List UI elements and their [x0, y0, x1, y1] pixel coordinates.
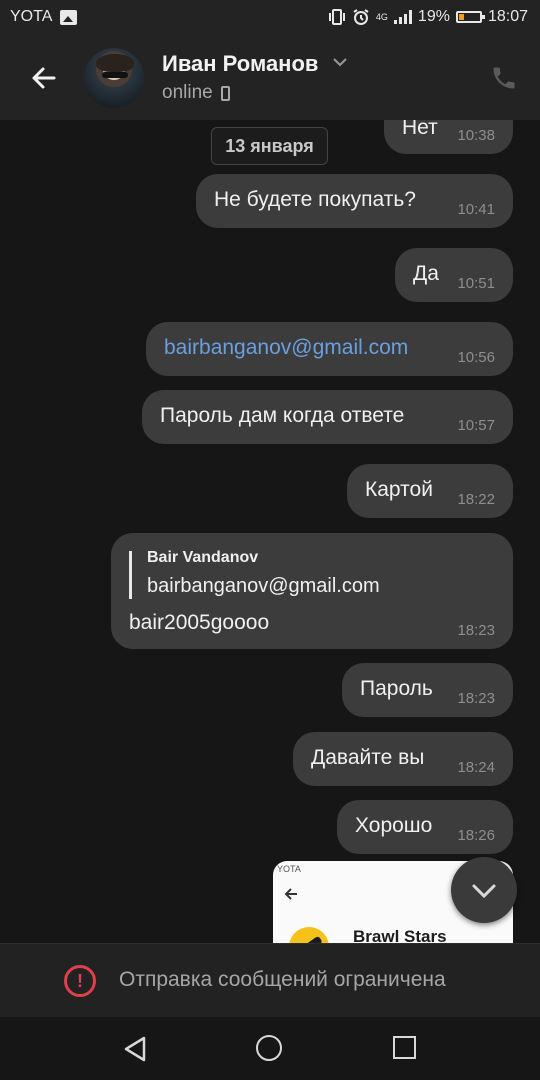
message-time: 18:22	[457, 491, 495, 508]
message-text: Да	[413, 262, 439, 285]
message-text: Пароль	[360, 677, 433, 700]
message-text: Хорошо	[355, 814, 433, 837]
battery-icon	[455, 11, 485, 23]
nav-back-icon[interactable]	[122, 1036, 148, 1062]
message-time: 10:41	[457, 201, 495, 218]
message-bubble[interactable]: Нет 10:38	[384, 120, 513, 154]
date-separator: 13 января	[211, 127, 328, 165]
nav-recents-icon[interactable]	[393, 1036, 416, 1059]
contact-name[interactable]: Иван Романов	[162, 51, 318, 77]
message-list[interactable]: Нет 10:38 13 января Не будете покупать? …	[0, 120, 540, 943]
contact-avatar[interactable]	[84, 48, 144, 108]
back-arrow-icon[interactable]	[24, 58, 64, 98]
call-icon[interactable]	[490, 64, 518, 92]
message-bubble[interactable]: Пароль дам когда ответе 10:57	[142, 390, 513, 444]
preview-status-text: YOTA	[277, 864, 301, 874]
message-time: 10:51	[457, 275, 495, 292]
message-bubble[interactable]: Пароль 18:23	[342, 663, 513, 717]
carrier-label: YOTA	[10, 8, 53, 25]
quoted-text: bairbanganov@gmail.com	[147, 575, 380, 597]
message-bubble[interactable]: bairbanganov@gmail.com 10:56	[146, 322, 513, 376]
preview-back-arrow-icon	[284, 888, 297, 900]
message-time: 10:38	[457, 127, 495, 144]
message-time: 18:23	[457, 690, 495, 707]
warning-icon: !	[64, 965, 96, 997]
message-bubble[interactable]: Не будете покупать? 10:41	[196, 174, 513, 228]
message-text: Картой	[365, 478, 433, 501]
battery-percent: 19%	[417, 8, 450, 25]
chevron-down-icon[interactable]	[332, 56, 348, 68]
chevron-down-icon	[472, 884, 496, 899]
message-time: 18:23	[457, 622, 495, 639]
chat-header: Иван Романов online	[0, 36, 540, 120]
message-text: Нет	[402, 120, 438, 139]
reply-message-bubble[interactable]: Bair Vandanov bairbanganov@gmail.com bai…	[111, 533, 513, 649]
status-bar-left: YOTA	[10, 8, 78, 26]
presence-label: online	[162, 82, 213, 103]
nav-home-icon[interactable]	[256, 1035, 282, 1061]
brawl-stars-logo-icon	[289, 927, 329, 943]
message-text: Давайте вы	[311, 746, 425, 769]
quoted-author: Bair Vandanov	[147, 549, 259, 566]
message-time: 18:24	[457, 759, 495, 776]
signal-icon	[393, 10, 412, 24]
preview-app-title: Brawl Stars	[353, 927, 447, 943]
vibrate-icon	[328, 9, 345, 25]
message-bubble[interactable]: Хорошо 18:26	[337, 800, 513, 854]
message-text: Пароль дам когда ответе	[160, 404, 405, 427]
message-time: 10:57	[457, 417, 495, 434]
message-time: 10:56	[457, 349, 495, 366]
message-bubble[interactable]: Картой 18:22	[347, 464, 513, 518]
network-type-label: 4G	[375, 11, 388, 22]
mobile-device-icon	[220, 85, 230, 101]
clock: 18:07	[487, 8, 528, 25]
scroll-down-button[interactable]	[451, 857, 517, 923]
message-text: bair2005goooo	[129, 611, 270, 634]
restriction-text: Отправка сообщений ограничена	[119, 968, 446, 991]
email-link[interactable]: bairbanganov@gmail.com	[164, 336, 408, 360]
message-bubble[interactable]: Да 10:51	[395, 248, 513, 302]
message-time: 18:26	[457, 827, 495, 844]
presence-status: online	[162, 82, 230, 104]
message-text: Не будете покупать?	[214, 188, 416, 211]
messaging-restricted-bar: ! Отправка сообщений ограничена	[0, 943, 540, 1017]
system-nav-bar	[0, 1017, 540, 1080]
image-notification-icon	[60, 9, 78, 25]
status-bar-right: 4G 19% 18:07	[328, 8, 528, 26]
alarm-icon	[353, 9, 369, 25]
status-bar: YOTA 4G 19% 18:07	[0, 0, 540, 36]
message-bubble[interactable]: Давайте вы 18:24	[293, 732, 513, 786]
quote-bar	[129, 551, 132, 599]
